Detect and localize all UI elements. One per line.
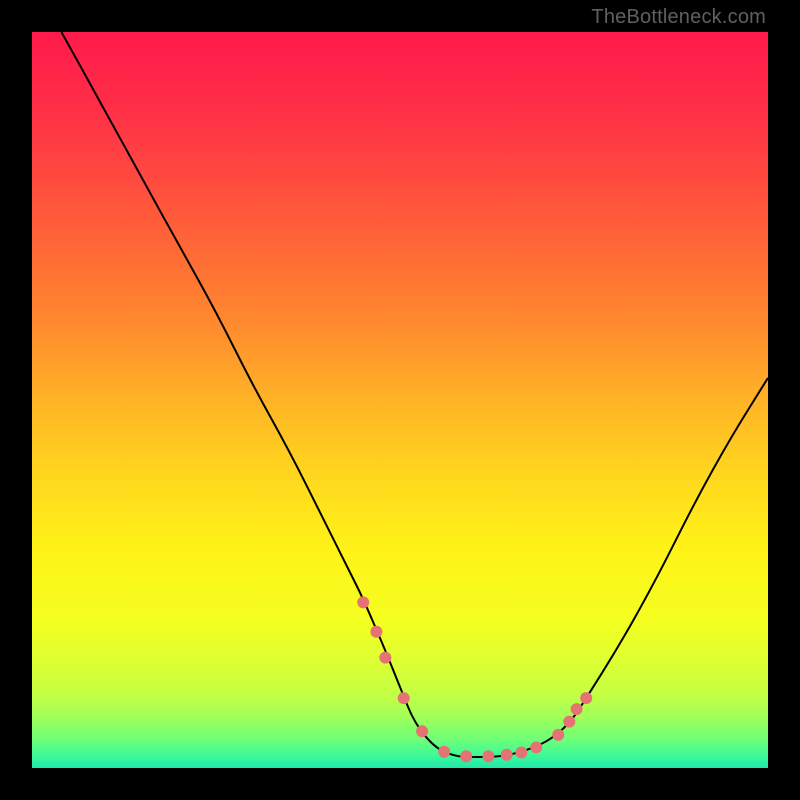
curve-dot (515, 747, 527, 759)
curve-dots (357, 596, 592, 762)
curve-dot (563, 716, 575, 728)
curve-dot (370, 626, 382, 638)
curve-dot (398, 692, 410, 704)
curve-dot (501, 749, 513, 761)
bottleneck-curve (61, 32, 768, 757)
curve-dot (530, 741, 542, 753)
watermark-text: TheBottleneck.com (591, 6, 766, 29)
curve-dot (416, 725, 428, 737)
curve-dot (552, 729, 564, 741)
chart-svg (32, 32, 768, 768)
curve-dot (460, 750, 472, 762)
chart-frame: TheBottleneck.com (0, 0, 800, 800)
curve-dot (357, 596, 369, 608)
curve-dot (438, 746, 450, 758)
curve-dot (571, 703, 583, 715)
curve-dot (580, 692, 592, 704)
curve-dot (379, 652, 391, 664)
plot-area (32, 32, 768, 768)
curve-dot (482, 750, 494, 762)
